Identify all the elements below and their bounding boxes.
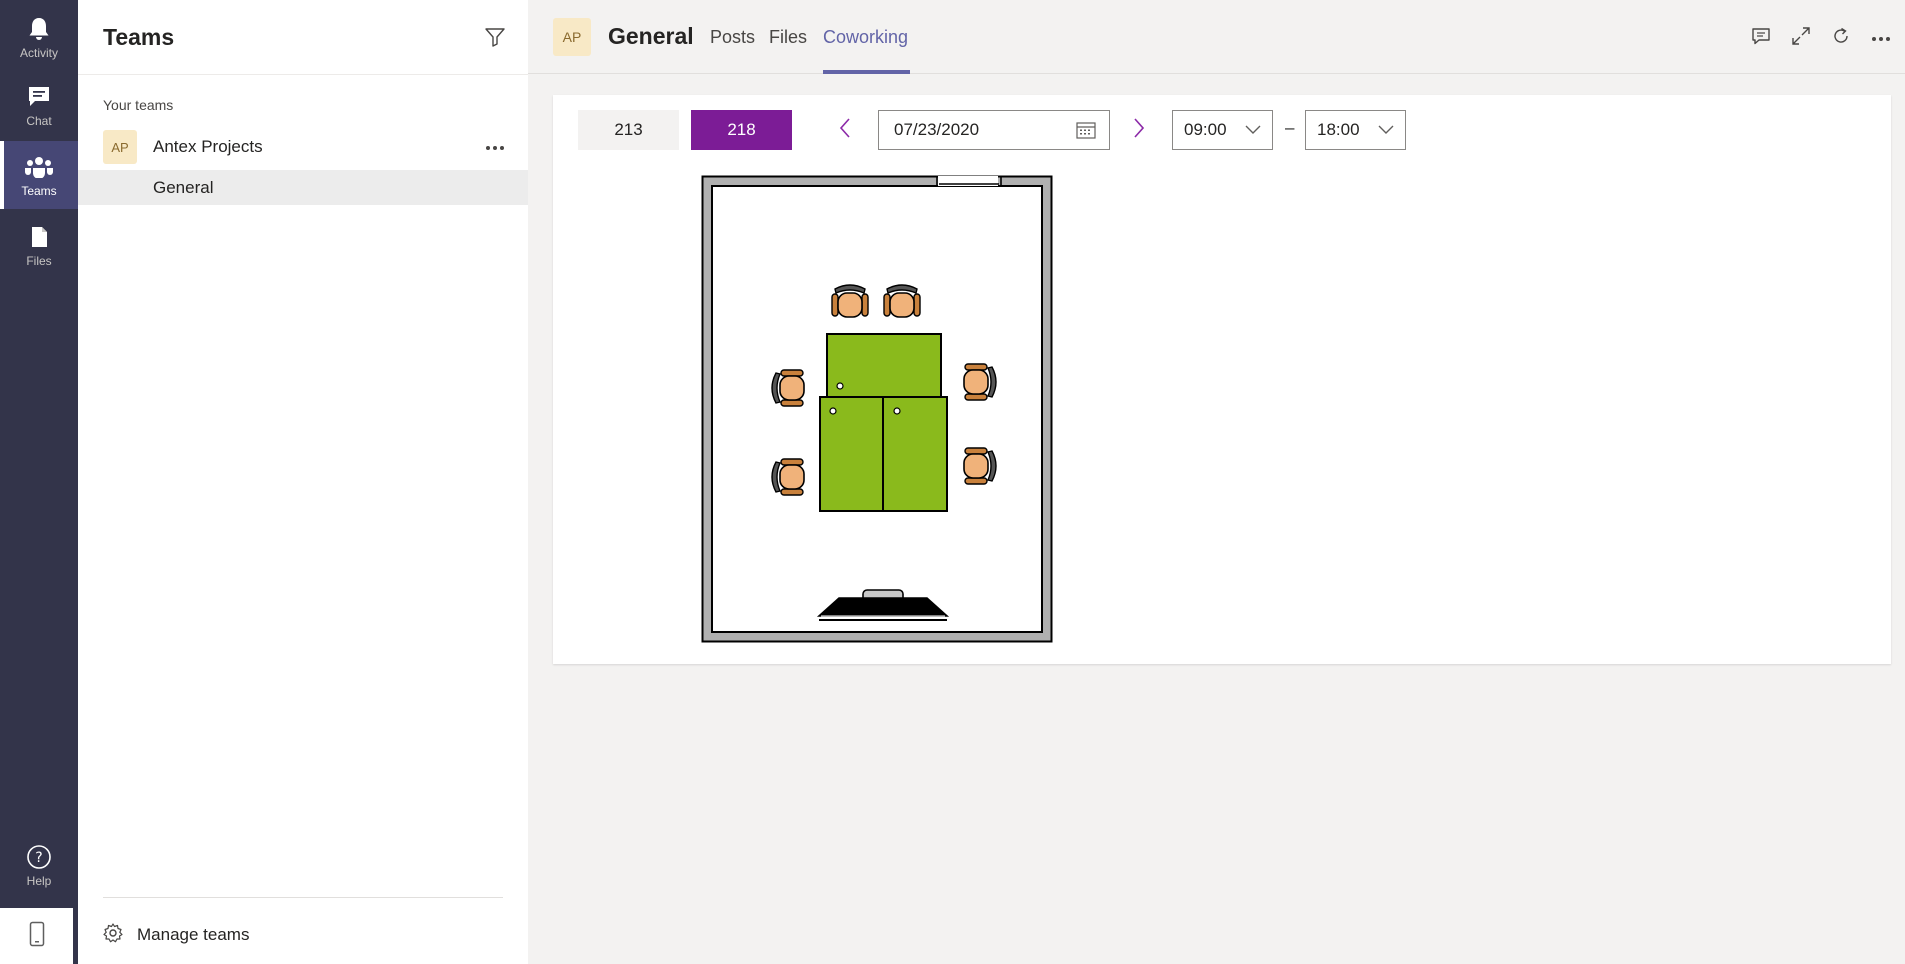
tab-posts[interactable]: Posts <box>710 27 755 48</box>
desk[interactable] <box>882 396 948 512</box>
app-rail: Activity Chat Teams Files ? Help <box>0 0 78 964</box>
date-value: 07/23/2020 <box>894 120 980 139</box>
rail-label: Help <box>26 873 52 888</box>
room-button-213[interactable]: 213 <box>578 110 679 150</box>
rail-item-files[interactable]: Files <box>0 211 78 279</box>
expand-button[interactable] <box>1787 24 1815 52</box>
help-icon: ? <box>25 843 53 871</box>
chevron-left-icon <box>839 117 851 143</box>
expand-icon <box>1792 26 1810 50</box>
mobile-icon <box>29 921 45 952</box>
chair-icon[interactable] <box>771 458 805 496</box>
manage-teams-button[interactable]: Manage teams <box>103 922 249 948</box>
filter-icon <box>485 27 505 52</box>
start-time-select[interactable]: 09:00 <box>1172 110 1273 150</box>
end-time-value: 18:00 <box>1317 120 1360 139</box>
active-tab-indicator <box>823 70 910 74</box>
your-teams-label: Your teams <box>103 97 174 113</box>
download-mobile-button[interactable] <box>0 908 73 964</box>
conversation-button[interactable] <box>1747 24 1775 52</box>
chevron-right-icon <box>1133 117 1145 143</box>
end-time-select[interactable]: 18:00 <box>1305 110 1406 150</box>
gear-icon <box>103 922 123 948</box>
more-options-button[interactable] <box>1867 24 1895 52</box>
rail-label: Teams <box>21 183 57 198</box>
divider <box>78 74 528 75</box>
channel-title: General <box>608 23 694 49</box>
previous-date-button[interactable] <box>831 115 859 145</box>
rail-label: Chat <box>26 113 52 128</box>
more-horizontal-icon <box>485 138 505 156</box>
bell-icon <box>25 15 53 43</box>
svg-text:?: ? <box>35 850 42 866</box>
room-floor-plan <box>701 175 1053 643</box>
channel-avatar: AP <box>553 18 591 56</box>
rail-item-teams[interactable]: Teams <box>0 141 78 209</box>
room-button-218[interactable]: 218 <box>691 110 792 150</box>
tab-files[interactable]: Files <box>769 27 807 48</box>
channel-name: General <box>153 178 214 197</box>
coworking-panel: 213 218 07/23/2020 09:00 – 18:00 <box>553 95 1891 664</box>
rail-item-activity[interactable]: Activity <box>0 3 78 71</box>
refresh-icon <box>1832 27 1850 50</box>
more-horizontal-icon <box>1871 29 1891 47</box>
chair-icon[interactable] <box>831 284 869 318</box>
team-avatar: AP <box>103 130 137 164</box>
chair-icon[interactable] <box>963 363 997 401</box>
manage-teams-label: Manage teams <box>137 925 250 944</box>
teams-panel-title: Teams <box>103 24 175 50</box>
desk[interactable] <box>826 333 942 398</box>
chat-icon <box>25 83 53 111</box>
date-picker[interactable]: 07/23/2020 <box>878 110 1110 150</box>
rail-item-help[interactable]: ? Help <box>0 831 78 899</box>
start-time-value: 09:00 <box>1184 120 1227 139</box>
chevron-down-icon <box>1375 119 1397 141</box>
next-date-button[interactable] <box>1125 115 1153 145</box>
chair-icon[interactable] <box>771 369 805 407</box>
desk[interactable] <box>819 396 884 512</box>
time-range-separator: – <box>1285 118 1295 137</box>
rail-label: Files <box>26 253 52 268</box>
team-more-options-button[interactable] <box>480 135 510 159</box>
chair-icon[interactable] <box>883 284 921 318</box>
team-name: Antex Projects <box>153 137 263 156</box>
channel-header: AP General Posts Files Coworking <box>528 0 1905 74</box>
tab-coworking[interactable]: Coworking <box>823 27 908 48</box>
rail-label: Activity <box>19 45 58 60</box>
teams-panel: Teams Your teams AP Antex Projects Gener… <box>78 0 528 964</box>
refresh-button[interactable] <box>1827 24 1855 52</box>
teams-icon <box>25 153 53 181</box>
calendar-icon[interactable] <box>1071 115 1101 145</box>
conversation-icon <box>1751 27 1771 50</box>
channel-item-general[interactable]: General <box>78 170 528 205</box>
file-icon <box>25 223 53 251</box>
filter-button[interactable] <box>480 24 510 54</box>
divider <box>103 897 503 898</box>
chevron-down-icon <box>1242 119 1264 141</box>
team-item[interactable]: AP Antex Projects <box>78 127 528 167</box>
rail-item-chat[interactable]: Chat <box>0 71 78 139</box>
chair-icon[interactable] <box>963 447 997 485</box>
